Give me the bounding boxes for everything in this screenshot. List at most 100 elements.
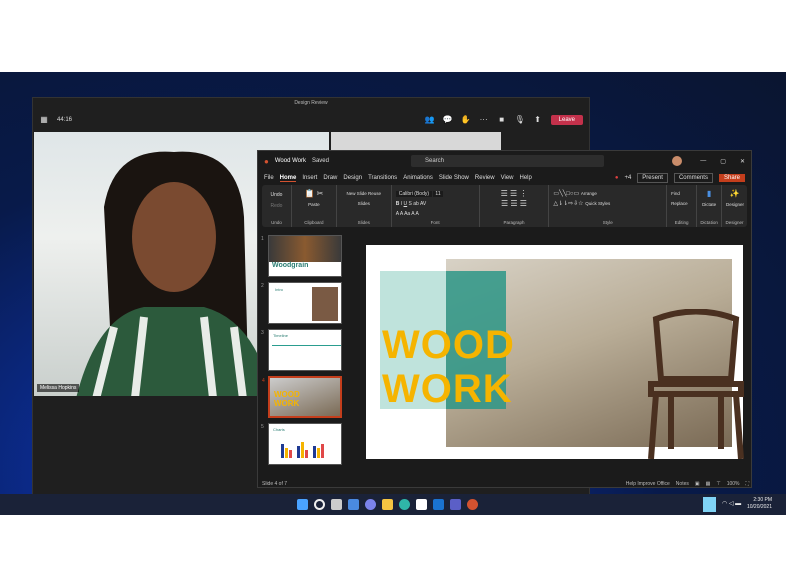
mic-off-icon[interactable]: 🎙 xyxy=(515,115,525,125)
group-label: Paragraph xyxy=(503,220,525,225)
undo-group: Undo Redo Undo xyxy=(262,185,292,227)
slide-number: 5 xyxy=(261,424,264,430)
font-group: Calibri (Body) 11 B I U S ab AV A A Aa A A… xyxy=(392,185,480,227)
paste-icon[interactable]: 📋 xyxy=(304,189,314,198)
task-view-icon[interactable] xyxy=(331,499,342,510)
participants-icon[interactable]: 👥 xyxy=(425,115,435,125)
chat-icon[interactable]: 💬 xyxy=(443,115,453,125)
share-button[interactable]: Share xyxy=(718,174,745,182)
raise-hand-icon[interactable]: ✋ xyxy=(461,115,471,125)
tab-design[interactable]: Design xyxy=(343,175,362,181)
tab-insert[interactable]: Insert xyxy=(302,175,317,181)
designer-button[interactable]: Designer xyxy=(726,202,744,207)
store-icon[interactable] xyxy=(416,499,427,510)
designer-group: ✨ Designer Designer xyxy=(722,185,747,227)
outlook-icon[interactable] xyxy=(433,499,444,510)
more-icon[interactable]: ··· xyxy=(479,115,489,125)
user-avatar[interactable] xyxy=(672,156,683,166)
clipboard-group: 📋 ✂ Paste Clipboard xyxy=(292,185,337,227)
group-label: Style xyxy=(602,220,613,225)
camera-icon[interactable]: ■ xyxy=(497,115,507,125)
help-improve-link[interactable]: Help Improve Office xyxy=(626,481,670,487)
tab-file[interactable]: File xyxy=(264,175,274,181)
slide-title[interactable]: WOOD WORK xyxy=(382,323,515,411)
clock-time: 2:30 PM xyxy=(753,497,772,503)
tab-help[interactable]: Help xyxy=(520,175,532,181)
chair-image xyxy=(648,309,744,459)
clock-date: 10/20/2021 xyxy=(746,504,772,510)
mic-muted-tray-icon[interactable] xyxy=(703,497,716,512)
tab-transitions[interactable]: Transitions xyxy=(368,175,397,181)
leave-button[interactable]: Leave xyxy=(550,114,583,125)
tab-view[interactable]: View xyxy=(501,175,514,181)
slide-counter: Slide 4 of 7 xyxy=(262,481,288,487)
comments-button[interactable]: Comments xyxy=(673,173,713,183)
network-volume-battery-icons[interactable]: ◠ ◁ ▬ xyxy=(722,500,741,507)
tab-animations[interactable]: Animations xyxy=(403,175,433,181)
group-label: Dictation xyxy=(700,220,718,225)
slide-thumbnail-1[interactable]: 1 Woodgrain xyxy=(261,235,342,277)
close-icon[interactable]: ✕ xyxy=(740,158,745,165)
fit-slide-icon[interactable]: ⛶ xyxy=(745,481,749,487)
slide-number: 4 xyxy=(262,378,265,384)
sorter-view-icon[interactable]: ▦ xyxy=(706,481,711,487)
zoom-level[interactable]: 100% xyxy=(727,481,740,487)
thumbnail-title: Intro xyxy=(275,287,284,292)
slide-thumbnail-2[interactable]: 2 Intro xyxy=(261,282,342,324)
reading-view-icon[interactable]: ⊤ xyxy=(716,481,720,487)
minimize-icon[interactable]: — xyxy=(700,158,706,164)
font-size-select[interactable]: 11 xyxy=(433,191,443,197)
tab-draw[interactable]: Draw xyxy=(323,175,337,181)
call-timer: 44:16 xyxy=(57,116,73,123)
powerpoint-icon[interactable] xyxy=(467,499,478,510)
start-icon[interactable] xyxy=(297,499,308,510)
tab-slide-show[interactable]: Slide Show xyxy=(439,175,469,181)
edge-icon[interactable] xyxy=(399,499,410,510)
thumbnail-title: Timeline xyxy=(273,333,288,338)
presence-count: +4 xyxy=(624,175,632,181)
replace-button[interactable]: Replace xyxy=(671,201,688,206)
slide-title-line-1: WOOD xyxy=(382,323,515,367)
dictate-button[interactable]: Dictate xyxy=(702,202,716,207)
slide-thumbnail-4[interactable]: 4 WOOD WORK xyxy=(262,376,342,418)
group-label: Designer xyxy=(725,220,744,225)
widgets-icon[interactable] xyxy=(348,499,359,510)
paste-button[interactable]: Paste xyxy=(308,202,320,207)
new-slide-button[interactable]: New Slide xyxy=(347,191,367,196)
teams-icon[interactable] xyxy=(450,499,461,510)
maximize-icon[interactable]: ▢ xyxy=(720,158,726,165)
slide-thumbnail-5[interactable]: 5 Charts xyxy=(261,423,342,465)
share-screen-icon[interactable]: ⬆ xyxy=(533,115,543,125)
undo-button[interactable]: Undo xyxy=(270,192,282,198)
slide-thumbnail-3[interactable]: 3 Timeline xyxy=(261,329,342,371)
search-icon[interactable] xyxy=(314,499,325,510)
powerpoint-logo-icon: ● xyxy=(264,156,269,166)
find-button[interactable]: Find xyxy=(671,191,680,196)
ribbon: Undo Redo Undo 📋 ✂ Paste Clipboard New Slide… xyxy=(262,185,747,227)
group-label: Undo xyxy=(271,220,282,225)
quick-styles-button[interactable]: Quick Styles xyxy=(585,201,610,206)
file-explorer-icon[interactable] xyxy=(382,499,393,510)
search-input[interactable]: Search xyxy=(411,155,604,167)
font-name-select[interactable]: Calibri (Body) xyxy=(395,191,433,197)
slide-number: 1 xyxy=(261,236,264,242)
notes-button[interactable]: Notes xyxy=(676,481,689,487)
ribbon-tabs: File Home Insert Draw Design Transitions… xyxy=(258,171,751,185)
tab-review[interactable]: Review xyxy=(475,175,495,181)
redo-button[interactable]: Redo xyxy=(270,203,282,209)
layout-grid-icon[interactable]: ▦ xyxy=(39,115,49,125)
record-icon[interactable]: ● xyxy=(615,175,619,181)
slide-number: 2 xyxy=(261,283,264,289)
powerpoint-window: ● Wood Work Saved Search — ▢ ✕ File Home… xyxy=(257,150,752,488)
normal-view-icon[interactable]: ▣ xyxy=(695,481,700,487)
slide-canvas[interactable]: WOOD WORK xyxy=(366,245,744,459)
tab-home[interactable]: Home xyxy=(279,175,297,182)
chat-icon[interactable] xyxy=(365,499,376,510)
arrange-button[interactable]: Arrange xyxy=(581,191,597,196)
present-button[interactable]: Present xyxy=(637,173,668,183)
search-placeholder: Search xyxy=(425,158,445,164)
thumbnail-title: Woodgrain xyxy=(272,262,309,269)
designer-icon: ✨ xyxy=(729,189,740,198)
thumbnail-title: WOOD WORK xyxy=(274,390,300,408)
clock[interactable]: 2:30 PM 10/20/2021 xyxy=(747,497,772,511)
